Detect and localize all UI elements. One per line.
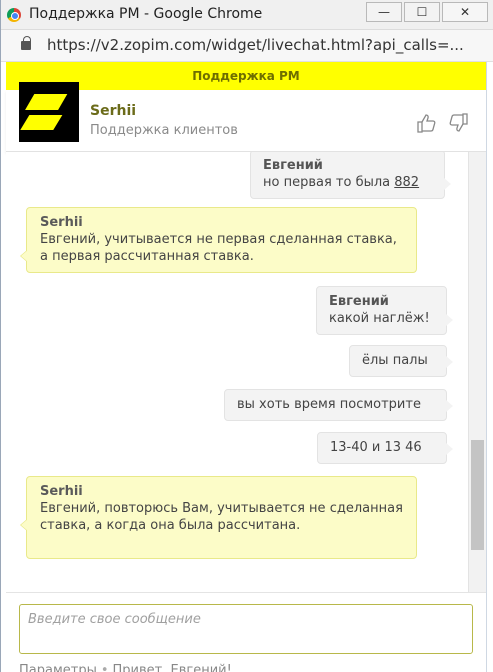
chat-widget: Поддержка PM Serhii Поддержка клиентов Е… — [6, 62, 486, 672]
minimize-button[interactable]: — — [366, 2, 402, 22]
maximize-button[interactable]: ☐ — [404, 2, 440, 22]
message-link[interactable]: 882 — [394, 175, 419, 190]
visitor-message: 13-40 и 13 46 — [317, 432, 453, 464]
visitor-message: Евгений но первая то была 882 — [250, 152, 451, 199]
window-title: Поддержка PM - Google Chrome — [29, 6, 263, 22]
message-text: Евгений, повторюсь Вам, учитывается не с… — [40, 501, 403, 533]
visitor-message: ёлы палы — [349, 345, 453, 377]
thumbs-up-icon[interactable] — [416, 112, 438, 134]
message-sender: Евгений — [263, 158, 323, 173]
agent-message: Serhii Евгений, учитывается не первая сд… — [20, 207, 417, 273]
agent-name: Serhii — [90, 103, 137, 119]
message-input-box[interactable] — [19, 604, 473, 654]
message-text: какой наглёж! — [329, 311, 430, 326]
settings-link[interactable]: Параметры — [19, 663, 97, 672]
browser-window: Поддержка PM - Google Chrome — ☐ ✕ https… — [0, 0, 493, 672]
url-text[interactable]: https://v2.zopim.com/widget/livechat.htm… — [47, 36, 464, 54]
message-text: вы хоть время посмотрите — [237, 397, 421, 412]
message-scrollbar[interactable] — [468, 152, 486, 592]
agent-role: Поддержка клиентов — [90, 123, 238, 138]
chrome-icon — [7, 8, 21, 22]
thumbs-down-icon[interactable] — [447, 112, 469, 134]
scroll-thumb[interactable] — [471, 440, 484, 550]
chat-topbar-title: Поддержка PM — [192, 69, 300, 83]
message-sender: Евгений — [329, 294, 389, 309]
close-button[interactable]: ✕ — [442, 2, 488, 22]
visitor-message: Евгений какой наглёж! — [316, 286, 453, 335]
message-input[interactable] — [20, 605, 472, 653]
agent-message: Serhii Евгений, повторюсь Вам, учитывает… — [20, 476, 417, 559]
title-bar: Поддержка PM - Google Chrome — ☐ ✕ — [1, 0, 493, 30]
close-icon: ✕ — [459, 5, 471, 19]
message-sender: Serhii — [40, 215, 83, 230]
message-text: но первая то была 882 — [263, 175, 420, 190]
window-controls: — ☐ ✕ — [366, 2, 488, 22]
minimize-icon: — — [378, 5, 390, 19]
footer-separator: • — [100, 663, 109, 672]
agent-avatar — [19, 82, 79, 142]
message-text: Евгений, учитывается не первая сделанная… — [40, 232, 397, 264]
address-bar[interactable]: https://v2.zopim.com/widget/livechat.htm… — [1, 30, 493, 62]
agent-bar: Serhii Поддержка клиентов — [6, 82, 486, 152]
greeting-text: Привет, Евгений! — [112, 663, 232, 672]
message-sender: Serhii — [40, 484, 83, 499]
input-area: Параметры•Привет, Евгений! — [6, 592, 486, 672]
chat-footer: Параметры • Привет, Евгений! — [19, 663, 232, 672]
message-text: 13-40 и 13 46 — [330, 440, 422, 455]
maximize-icon: ☐ — [416, 5, 428, 19]
visitor-message: вы хоть время посмотрите — [224, 389, 453, 421]
background-page-edge — [486, 62, 493, 672]
message-list[interactable]: Евгений но первая то была 882 Serhii Евг… — [6, 152, 468, 592]
message-text: ёлы палы — [362, 353, 428, 368]
lock-icon — [21, 36, 31, 50]
